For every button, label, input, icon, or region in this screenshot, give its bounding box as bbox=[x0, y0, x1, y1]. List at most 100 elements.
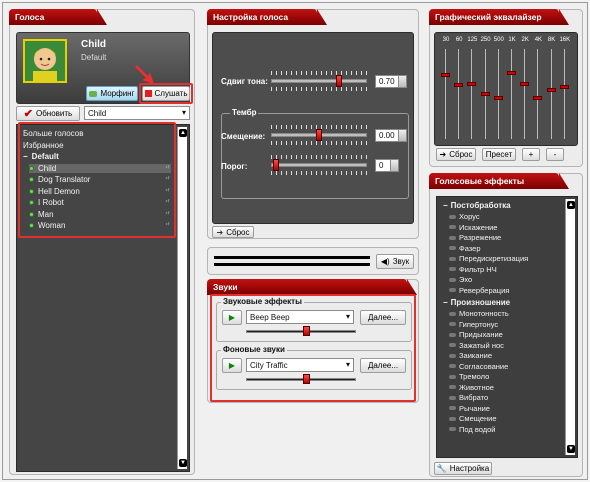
eq-band-track[interactable] bbox=[471, 49, 473, 139]
effect-item[interactable]: Зажатый нос bbox=[449, 341, 504, 350]
eq-band-knob[interactable] bbox=[493, 96, 503, 101]
equalizer-preset-button[interactable]: Пресет bbox=[482, 148, 516, 161]
background-sounds-select[interactable]: City Traffic bbox=[246, 358, 354, 372]
background-sounds-volume-track[interactable] bbox=[246, 378, 356, 381]
threshold-spinner[interactable]: 0 bbox=[375, 159, 399, 172]
effect-group-header[interactable]: − Постобработка bbox=[443, 201, 511, 210]
eq-band-knob[interactable] bbox=[467, 81, 477, 86]
scroll-down-icon[interactable]: ▼ bbox=[179, 459, 187, 467]
threshold-thumb[interactable] bbox=[272, 159, 279, 171]
effect-toggle-icon[interactable] bbox=[449, 256, 456, 261]
effect-item[interactable]: Рычание bbox=[449, 404, 490, 413]
collapse-icon[interactable]: − bbox=[443, 201, 448, 210]
effect-toggle-icon[interactable] bbox=[449, 353, 456, 358]
pitch-thumb[interactable] bbox=[335, 75, 342, 87]
sound-button[interactable]: ◀) Звук bbox=[376, 254, 414, 269]
effect-toggle-icon[interactable] bbox=[449, 214, 456, 219]
effect-toggle-icon[interactable] bbox=[449, 395, 456, 400]
effect-toggle-icon[interactable] bbox=[449, 288, 456, 292]
effect-toggle-icon[interactable] bbox=[449, 332, 456, 337]
voice-effects-settings-button[interactable]: 🔧 Настройка bbox=[434, 462, 492, 475]
effect-toggle-icon[interactable] bbox=[449, 416, 456, 421]
effect-toggle-icon[interactable] bbox=[449, 322, 456, 326]
sound-effects-play-button[interactable]: ▶ bbox=[222, 310, 242, 325]
voice-settings-reset-button[interactable]: ➔ Сброс bbox=[212, 226, 254, 238]
sound-effects-more-button[interactable]: Далее... bbox=[360, 310, 406, 325]
eq-band-track[interactable] bbox=[550, 49, 552, 139]
effect-toggle-icon[interactable] bbox=[449, 235, 456, 240]
effect-toggle-icon[interactable] bbox=[449, 364, 456, 368]
scroll-up-icon[interactable]: ▲ bbox=[179, 129, 187, 137]
refresh-button[interactable]: ✔ Обновить bbox=[16, 106, 80, 121]
sound-effects-select[interactable]: Beep Beep bbox=[246, 310, 354, 324]
effect-toggle-icon[interactable] bbox=[449, 277, 456, 282]
effect-item[interactable]: Тремоло bbox=[449, 372, 489, 381]
effect-item[interactable]: Вибрато bbox=[449, 393, 488, 402]
scroll-down-icon[interactable]: ▼ bbox=[567, 445, 575, 453]
pitch-track[interactable] bbox=[271, 79, 367, 83]
eq-band-track[interactable] bbox=[537, 49, 539, 139]
scroll-up-icon[interactable]: ▲ bbox=[567, 201, 575, 209]
effect-toggle-icon[interactable] bbox=[449, 385, 456, 389]
voice-list-scrollbar[interactable]: ▲ ▼ bbox=[177, 127, 187, 469]
collapse-icon[interactable]: − bbox=[443, 298, 448, 307]
morphing-button[interactable]: Морфинг bbox=[86, 86, 138, 101]
effect-toggle-icon[interactable] bbox=[449, 225, 456, 229]
equalizer-plus-button[interactable]: + bbox=[522, 148, 540, 161]
effect-item[interactable]: Хорус bbox=[449, 212, 480, 221]
sound-effects-volume-thumb[interactable] bbox=[303, 326, 311, 336]
background-sounds-play-button[interactable]: ▶ bbox=[222, 358, 242, 373]
offset-thumb[interactable] bbox=[316, 129, 322, 141]
background-sounds-volume-thumb[interactable] bbox=[303, 374, 311, 384]
effect-item[interactable]: Гипертонус bbox=[449, 320, 498, 329]
pitch-spinner[interactable]: 0.70 bbox=[375, 75, 407, 88]
effect-item[interactable]: Фильтр НЧ bbox=[449, 265, 497, 274]
effect-toggle-icon[interactable] bbox=[449, 343, 456, 347]
threshold-track[interactable] bbox=[271, 163, 367, 167]
effect-item[interactable]: Монотонность bbox=[449, 309, 509, 318]
eq-band-track[interactable] bbox=[445, 49, 446, 139]
effect-item[interactable]: Смещение bbox=[449, 414, 497, 423]
equalizer-reset-button[interactable]: ➔ Сброс bbox=[436, 148, 476, 161]
voice-effects-scrollbar[interactable]: ▲ ▼ bbox=[565, 199, 575, 455]
eq-band-knob[interactable] bbox=[533, 96, 543, 101]
eq-band-track[interactable] bbox=[497, 49, 499, 139]
effect-item[interactable]: Реверберация bbox=[449, 286, 509, 295]
effect-toggle-icon[interactable] bbox=[449, 406, 456, 410]
eq-band-track[interactable] bbox=[511, 49, 512, 139]
eq-band-knob[interactable] bbox=[546, 87, 556, 92]
effect-item[interactable]: Передискретизация bbox=[449, 254, 528, 263]
effect-toggle-icon[interactable] bbox=[449, 374, 456, 379]
equalizer-minus-button[interactable]: - bbox=[546, 148, 564, 161]
eq-band-knob[interactable] bbox=[520, 81, 530, 86]
effect-toggle-icon[interactable] bbox=[449, 427, 456, 431]
effect-item[interactable]: Разрежение bbox=[449, 233, 501, 242]
voice-select[interactable]: Child bbox=[84, 106, 190, 120]
speaker-icon: ◀) bbox=[380, 257, 390, 266]
eq-band-track[interactable] bbox=[563, 49, 565, 139]
sound-effects-volume-track[interactable] bbox=[246, 330, 356, 333]
eq-band-knob[interactable] bbox=[559, 85, 569, 90]
background-sounds-more-button[interactable]: Далее... bbox=[360, 358, 406, 373]
effect-toggle-icon[interactable] bbox=[449, 311, 456, 316]
effect-item[interactable]: Фазер bbox=[449, 244, 481, 253]
offset-spinner[interactable]: 0.00 bbox=[375, 129, 407, 142]
effect-item[interactable]: Животное bbox=[449, 383, 494, 392]
eq-band-knob[interactable] bbox=[480, 92, 490, 96]
effect-group-header[interactable]: − Произношение bbox=[443, 298, 510, 307]
effect-item[interactable]: Искажение bbox=[449, 223, 497, 232]
eq-band-track[interactable] bbox=[524, 49, 526, 139]
effect-toggle-icon[interactable] bbox=[449, 246, 456, 250]
eq-band-knob[interactable] bbox=[507, 70, 516, 75]
eq-band-knob[interactable] bbox=[454, 83, 464, 88]
effect-item[interactable]: Под водой bbox=[449, 425, 496, 434]
effect-item[interactable]: Эхо bbox=[449, 275, 472, 284]
eq-band-knob[interactable] bbox=[441, 73, 450, 78]
eq-band-label: 1K bbox=[508, 37, 516, 43]
background-sounds-label: Фоновые звуки bbox=[221, 345, 287, 354]
eq-band-track[interactable] bbox=[458, 49, 460, 139]
effect-item[interactable]: Заикание bbox=[449, 351, 492, 360]
effect-item[interactable]: Согласование bbox=[449, 362, 508, 371]
effect-toggle-icon[interactable] bbox=[449, 267, 456, 271]
effect-item[interactable]: Придыхание bbox=[449, 330, 503, 339]
